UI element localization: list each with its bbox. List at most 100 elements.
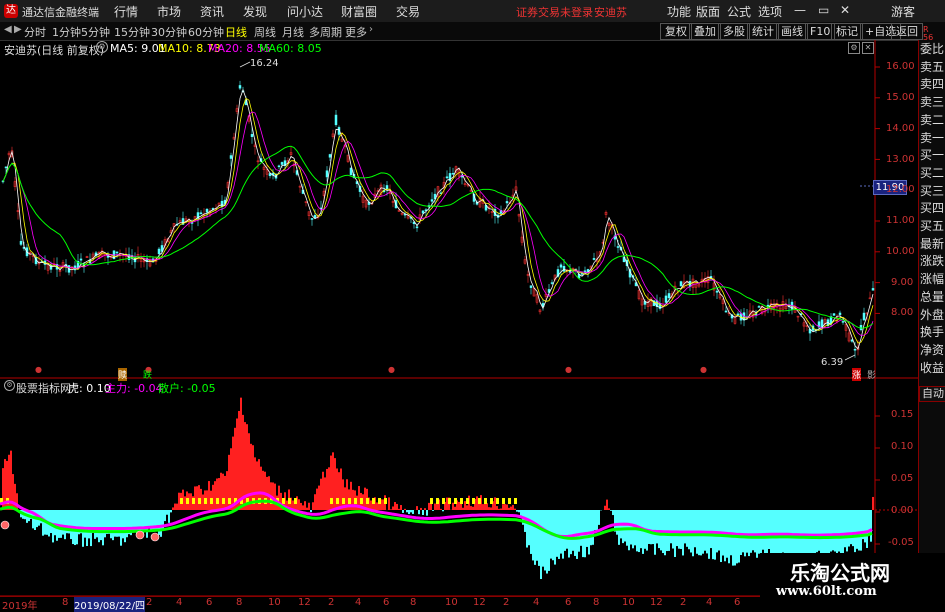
menu-options[interactable]: 选项: [758, 3, 782, 20]
quote-field-label: 总量: [920, 290, 944, 304]
app-logo-icon: 达: [4, 4, 18, 18]
quote-field-label: 卖四: [920, 77, 944, 91]
quote-field-label: 买五: [920, 219, 944, 233]
event-marker[interactable]: 影: [867, 368, 876, 381]
x-axis-label: 6: [383, 597, 389, 608]
ytick: 10.00: [886, 246, 915, 257]
btn-mark[interactable]: 标记: [831, 23, 863, 40]
restore-icon[interactable]: ▭: [818, 3, 829, 17]
quote-field-label: 净资: [920, 343, 944, 357]
period-multi[interactable]: 多周期: [309, 24, 342, 40]
quote-field-label: 收益: [920, 361, 944, 375]
x-axis-label: 2: [503, 597, 509, 608]
forward-arrow-icon[interactable]: ▶: [14, 24, 22, 35]
svg-text:●: ●: [700, 365, 707, 374]
indicator-main: 主力: -0.04: [105, 380, 163, 396]
quote-field-label: 卖一: [920, 131, 944, 145]
low-price-label: 6.39: [821, 357, 843, 368]
ytick: 14.00: [886, 123, 915, 134]
menu-market[interactable]: 市场: [157, 3, 181, 20]
event-marker[interactable]: 涨: [852, 368, 861, 381]
x-axis-label: 2: [680, 597, 686, 608]
ytick: 13.00: [886, 154, 915, 165]
x-axis-label: 6: [734, 597, 740, 608]
ytick: 0.05: [891, 473, 913, 484]
guest-label[interactable]: 游客: [891, 3, 915, 20]
quote-field-label: 最新: [920, 237, 944, 251]
ytick: 0.00: [891, 505, 913, 516]
btn-overlay[interactable]: 叠加: [689, 23, 721, 40]
menu-ask[interactable]: 问小达: [287, 3, 323, 20]
indicator-retail: 散户: -0.05: [158, 380, 216, 396]
menu-trade[interactable]: 交易: [396, 3, 420, 20]
x-axis-label: 10: [268, 597, 281, 608]
x-axis-label: 10: [622, 597, 635, 608]
chevron-right-icon: ›: [369, 24, 373, 35]
menu-layout[interactable]: 版面: [696, 3, 720, 20]
quote-field-label: 卖五: [920, 60, 944, 74]
x-axis-label: 10: [445, 597, 458, 608]
btn-adjust[interactable]: 复权: [660, 23, 692, 40]
period-1min[interactable]: 1分钟: [52, 24, 81, 40]
x-axis-label: 12: [473, 597, 486, 608]
x-axis-label: 12: [298, 597, 311, 608]
chart-area[interactable]: ●●●●●: [0, 40, 918, 609]
x-axis-label: 2: [146, 597, 152, 608]
app-title: 通达信金融终端: [22, 4, 99, 20]
menu-functions[interactable]: 功能: [667, 3, 691, 20]
period-weekly[interactable]: 周线: [254, 24, 276, 40]
menu-quotes[interactable]: 行情: [114, 3, 138, 20]
period-intraday[interactable]: 分时: [24, 24, 46, 40]
period-5min[interactable]: 5分钟: [81, 24, 110, 40]
quote-field-label: 卖三: [920, 95, 944, 109]
auto-button[interactable]: 自动: [919, 386, 945, 402]
x-axis-label: 2019/08/22/四: [74, 597, 145, 612]
menu-wealth[interactable]: 财富圈: [341, 3, 377, 20]
menu-news[interactable]: 资讯: [200, 3, 224, 20]
x-axis-label: 12: [650, 597, 663, 608]
quote-field-label: 卖二: [920, 113, 944, 127]
period-more[interactable]: 更多: [345, 24, 367, 40]
x-axis-label: 2019年: [2, 597, 37, 612]
x-axis-label: 6: [565, 597, 571, 608]
svg-text:●: ●: [565, 365, 572, 374]
quote-field-label: 买三: [920, 184, 944, 198]
quote-field-label: 委比: [920, 42, 944, 56]
ytick: 11.00: [886, 215, 915, 226]
watermark-url: www.60lt.com: [776, 584, 877, 599]
menu-formula[interactable]: 公式: [727, 3, 751, 20]
period-toolbar: ◀ ▶ 分时 1分钟 5分钟 15分钟 30分钟 60分钟 日线 周线 月线 多…: [0, 22, 945, 41]
ytick: 0.15: [891, 409, 913, 420]
period-daily[interactable]: 日线: [225, 24, 247, 40]
x-axis-label: 8: [236, 597, 242, 608]
high-price-label: 16.24: [250, 58, 279, 69]
settings-icon[interactable]: ⚙: [4, 380, 15, 391]
sub-chart-title: 股票指标网: [16, 380, 71, 396]
ytick: 12.00: [886, 184, 915, 195]
period-monthly[interactable]: 月线: [282, 24, 304, 40]
quote-field-label: 涨幅: [920, 272, 944, 286]
minimize-icon[interactable]: —: [794, 3, 806, 17]
menu-discover[interactable]: 发现: [243, 3, 267, 20]
x-axis-label: 4: [176, 597, 182, 608]
x-axis-label: 4: [706, 597, 712, 608]
quote-field-label: 换手: [920, 325, 944, 339]
login-warning: 证券交易未登录: [516, 4, 593, 20]
period-60min[interactable]: 60分钟: [188, 24, 224, 40]
x-axis-label: 8: [62, 597, 68, 608]
ytick: 9.00: [891, 277, 913, 288]
x-axis-label: 4: [533, 597, 539, 608]
x-axis-label: 2: [328, 597, 334, 608]
stock-name-title: 安迪苏: [594, 4, 627, 20]
btn-stats[interactable]: 统计: [747, 23, 779, 40]
close-icon[interactable]: ✕: [840, 3, 850, 17]
btn-multistock[interactable]: 多股: [718, 23, 750, 40]
period-15min[interactable]: 15分钟: [114, 24, 150, 40]
x-axis-label: 6: [206, 597, 212, 608]
back-arrow-icon[interactable]: ◀: [4, 24, 12, 35]
ytick: -0.05: [888, 537, 914, 548]
btn-back[interactable]: 返回: [891, 23, 923, 40]
btn-draw[interactable]: 画线: [776, 23, 808, 40]
period-30min[interactable]: 30分钟: [151, 24, 187, 40]
x-axis-label: 8: [593, 597, 599, 608]
